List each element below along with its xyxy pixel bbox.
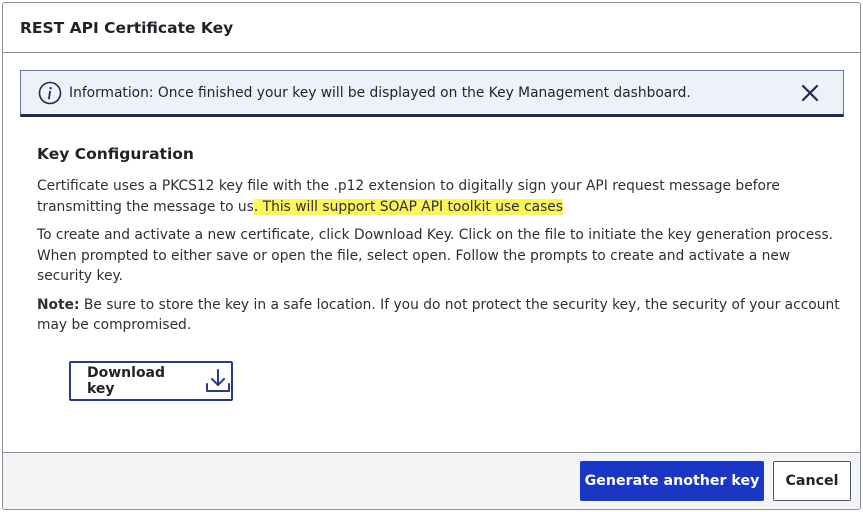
- info-banner: Information: Once finished your key will…: [20, 70, 844, 117]
- dialog: REST API Certificate Key Information: On…: [2, 2, 861, 510]
- dialog-footer: Generate another key Cancel: [3, 452, 860, 509]
- key-configuration-section: Key Configuration Certificate uses a PKC…: [37, 145, 842, 344]
- info-banner-text: Information: Once finished your key will…: [69, 84, 691, 101]
- close-icon[interactable]: [799, 82, 821, 104]
- section-title: Key Configuration: [37, 145, 194, 163]
- generate-another-key-button[interactable]: Generate another key: [580, 461, 764, 501]
- instructions-paragraph: To create and activate a new certificate…: [37, 227, 834, 284]
- download-icon: [205, 368, 231, 394]
- download-key-button[interactable]: Download key: [69, 361, 233, 401]
- certificate-description: Certificate uses a PKCS12 key file with …: [37, 176, 842, 217]
- cancel-button[interactable]: Cancel: [773, 461, 851, 501]
- download-key-label: Download key: [87, 365, 166, 397]
- dialog-header: REST API Certificate Key: [3, 3, 860, 53]
- info-icon: [38, 81, 62, 105]
- note-text: Be sure to store the key in a safe locat…: [37, 296, 840, 334]
- note-paragraph: Note: Be sure to store the key in a safe…: [37, 295, 842, 336]
- dialog-title: REST API Certificate Key: [20, 18, 234, 37]
- highlighted-text: . This will support SOAP API toolkit use…: [253, 198, 563, 215]
- note-label: Note:: [37, 296, 80, 313]
